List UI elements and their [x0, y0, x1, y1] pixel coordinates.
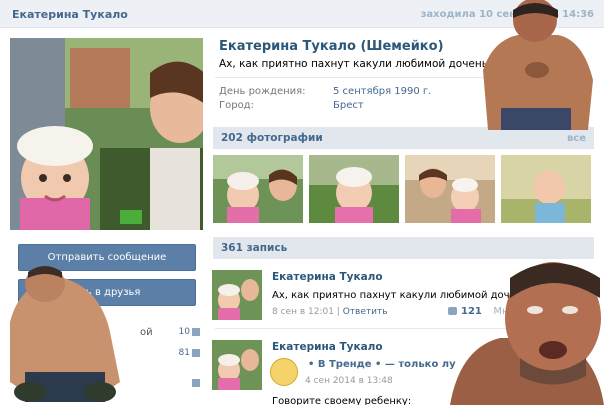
wall-section-header[interactable]: 361 запись [213, 237, 594, 259]
stat-count: 81 [178, 348, 190, 358]
photos-all-link[interactable]: все [567, 133, 586, 144]
post-avatar[interactable] [212, 340, 262, 390]
birthday-label: День рождения: [219, 86, 306, 97]
vk-profile-page: Екатерина Тукало заходила 10 сентября в … [0, 0, 604, 405]
post-author[interactable]: Екатерина Тукало [272, 341, 383, 353]
grid-icon [192, 349, 200, 357]
overlay-face-bottom-right [450, 258, 604, 405]
post-avatar[interactable] [212, 270, 262, 320]
header-name[interactable]: Екатерина Тукало [12, 8, 128, 21]
overlay-figure-top-right [463, 0, 604, 130]
post-date[interactable]: 8 сен в 12:01 [272, 307, 334, 317]
photo-thumb[interactable] [309, 155, 399, 223]
birthday-value[interactable]: 5 сентября 1990 г. [333, 86, 431, 97]
post-text: Говорите своему ребенку: [272, 396, 412, 405]
city-value[interactable]: Брест [333, 100, 364, 111]
photos-title[interactable]: 202 фотографии [221, 132, 323, 144]
post-author[interactable]: Екатерина Тукало [272, 271, 383, 283]
post-meta: 8 сен в 12:01 | Ответить [272, 307, 388, 317]
overlay-figure-left [0, 262, 140, 405]
photo-thumb[interactable] [501, 155, 591, 223]
stat-label: ой [140, 327, 153, 338]
share-icon [192, 379, 200, 387]
photo-thumb[interactable] [213, 155, 303, 223]
photo-thumb[interactable] [405, 155, 495, 223]
profile-full-name: Екатерина Тукало (Шемейко) [219, 39, 444, 54]
smiley-icon [270, 358, 298, 386]
post-date[interactable]: 4 сен 2014 в 13:48 [305, 376, 393, 386]
reply-link[interactable]: Ответить [343, 307, 388, 317]
photos-section-header[interactable]: 202 фотографии все [213, 127, 594, 149]
repost-source[interactable]: • В Тренде • — только лу [308, 359, 456, 370]
profile-avatar[interactable] [10, 38, 203, 230]
grid-icon [192, 328, 200, 336]
stat-count: 10 [178, 327, 190, 337]
wall-title[interactable]: 361 запись [221, 242, 287, 254]
city-label: Город: [219, 100, 254, 111]
